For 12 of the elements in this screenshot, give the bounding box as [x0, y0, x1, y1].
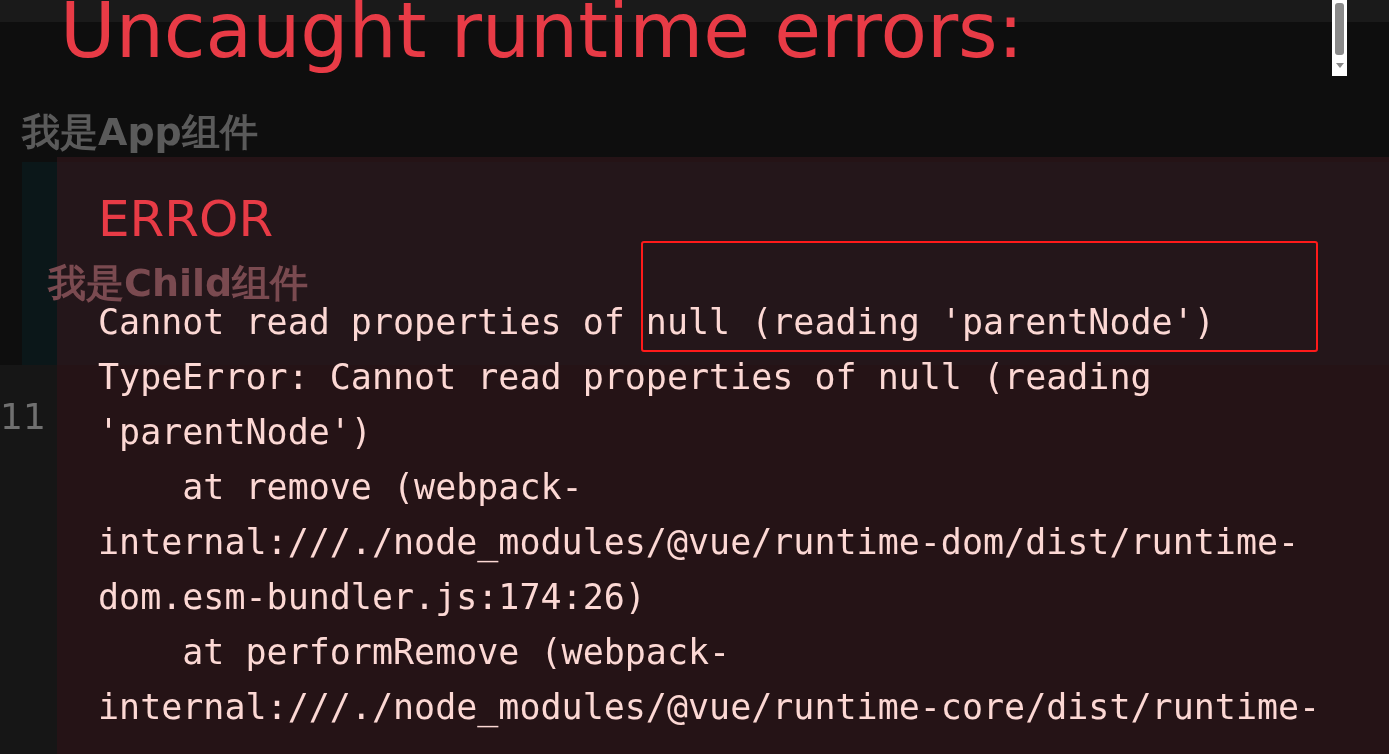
- arrow-down-icon[interactable]: [1335, 63, 1344, 68]
- stack-trace-line: at performRemove (webpack-: [181, 631, 731, 674]
- stack-trace-line: TypeError: Cannot read properties of null (reading: [98, 356, 1152, 399]
- stack-trace-line: 'parentNode'): [98, 411, 372, 454]
- stack-trace-line: dom.esm-bundler.js:174:26): [98, 576, 646, 619]
- line-number: 11: [0, 395, 44, 439]
- scrollbar[interactable]: [1332, 0, 1347, 76]
- stack-trace-line: at remove (webpack-: [181, 466, 583, 509]
- page-heading: 我是App组件: [22, 109, 258, 156]
- error-label: ERROR: [98, 189, 274, 250]
- stack-trace-line: internal:///./node_modules/@vue/runtime-dom/dist/runtime-: [98, 521, 1300, 565]
- stack-trace-line: internal:///./node_modules/@vue/runtime-core/dist/runtime-: [98, 686, 1321, 730]
